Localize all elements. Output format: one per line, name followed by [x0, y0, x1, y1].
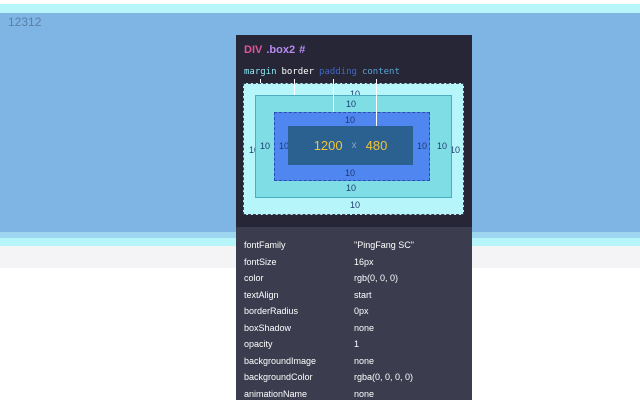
style-row: animationName none — [236, 386, 472, 400]
border-leader-line — [294, 79, 295, 95]
element-tag: DIV — [244, 43, 263, 56]
style-name: color — [244, 273, 264, 284]
style-value: "PingFang SC" — [354, 240, 414, 251]
padding-bottom-value: 10 — [345, 168, 356, 178]
highlight-margin-top — [0, 4, 640, 13]
element-selector: .box2 — [266, 43, 296, 56]
computed-style-list: fontFamily "PingFang SC" fontSize 16px col… — [236, 227, 472, 400]
border-right-value: 10 — [437, 141, 448, 151]
style-row: textAlign start — [236, 287, 472, 304]
style-value: 1 — [354, 339, 360, 350]
style-row: color rgb(0, 0, 0) — [236, 270, 472, 287]
style-name: backgroundImage — [244, 355, 317, 366]
border-top-value: 10 — [346, 99, 357, 109]
padding-leader-line — [333, 79, 334, 112]
content-leader-line — [376, 79, 377, 126]
style-name: borderRadius — [244, 306, 299, 317]
style-name: opacity — [244, 339, 273, 350]
style-row: opacity 1 — [236, 336, 472, 353]
style-name: fontSize — [244, 256, 277, 267]
style-value: none — [354, 388, 375, 399]
content-box: 1200 x 480 — [288, 126, 413, 165]
padding-right-value: 10 — [417, 141, 428, 151]
border-bottom-value: 10 — [346, 183, 357, 193]
page-text: 12312 — [8, 15, 42, 29]
element-hash: # — [299, 43, 306, 56]
margin-leader-line — [260, 79, 261, 83]
style-value: rgb(0, 0, 0) — [354, 273, 399, 284]
style-row: backgroundImage none — [236, 353, 472, 370]
style-row: fontFamily "PingFang SC" — [236, 237, 472, 254]
content-width-value: 1200 — [313, 138, 343, 153]
legend-margin: margin — [244, 66, 277, 77]
style-value: start — [354, 289, 372, 300]
style-name: animationName — [244, 388, 308, 399]
legend-padding: padding — [319, 66, 357, 77]
border-left-value: 10 — [260, 141, 271, 151]
style-value: none — [354, 322, 375, 333]
style-name: fontFamily — [244, 240, 286, 251]
style-row: fontSize 16px — [236, 254, 472, 271]
style-name: backgroundColor — [244, 372, 313, 383]
content-height-value: 480 — [365, 138, 388, 153]
element-header: DIV .box2 # — [236, 35, 472, 64]
style-name: textAlign — [244, 289, 279, 300]
style-value: 0px — [354, 306, 369, 317]
margin-bottom-value: 10 — [350, 200, 361, 210]
times-symbol: x — [351, 140, 357, 151]
style-row: boxShadow none — [236, 320, 472, 337]
box-model-diagram: 10 10 10 10 10 10 10 10 10 10 10 10 1200… — [236, 79, 472, 227]
style-value: none — [354, 355, 375, 366]
style-value: rgba(0, 0, 0, 0) — [354, 372, 414, 383]
style-row: backgroundColor rgba(0, 0, 0, 0) — [236, 369, 472, 386]
legend-border: border — [281, 66, 315, 77]
style-value: 16px — [354, 256, 374, 267]
legend-content: content — [361, 66, 400, 77]
inspector-panel: DIV .box2 # margin border padding conten… — [236, 35, 472, 400]
style-row: borderRadius 0px — [236, 303, 472, 320]
style-name: boxShadow — [244, 322, 292, 333]
padding-top-value: 10 — [345, 115, 356, 125]
box-model-legend: margin border padding content — [236, 64, 472, 79]
